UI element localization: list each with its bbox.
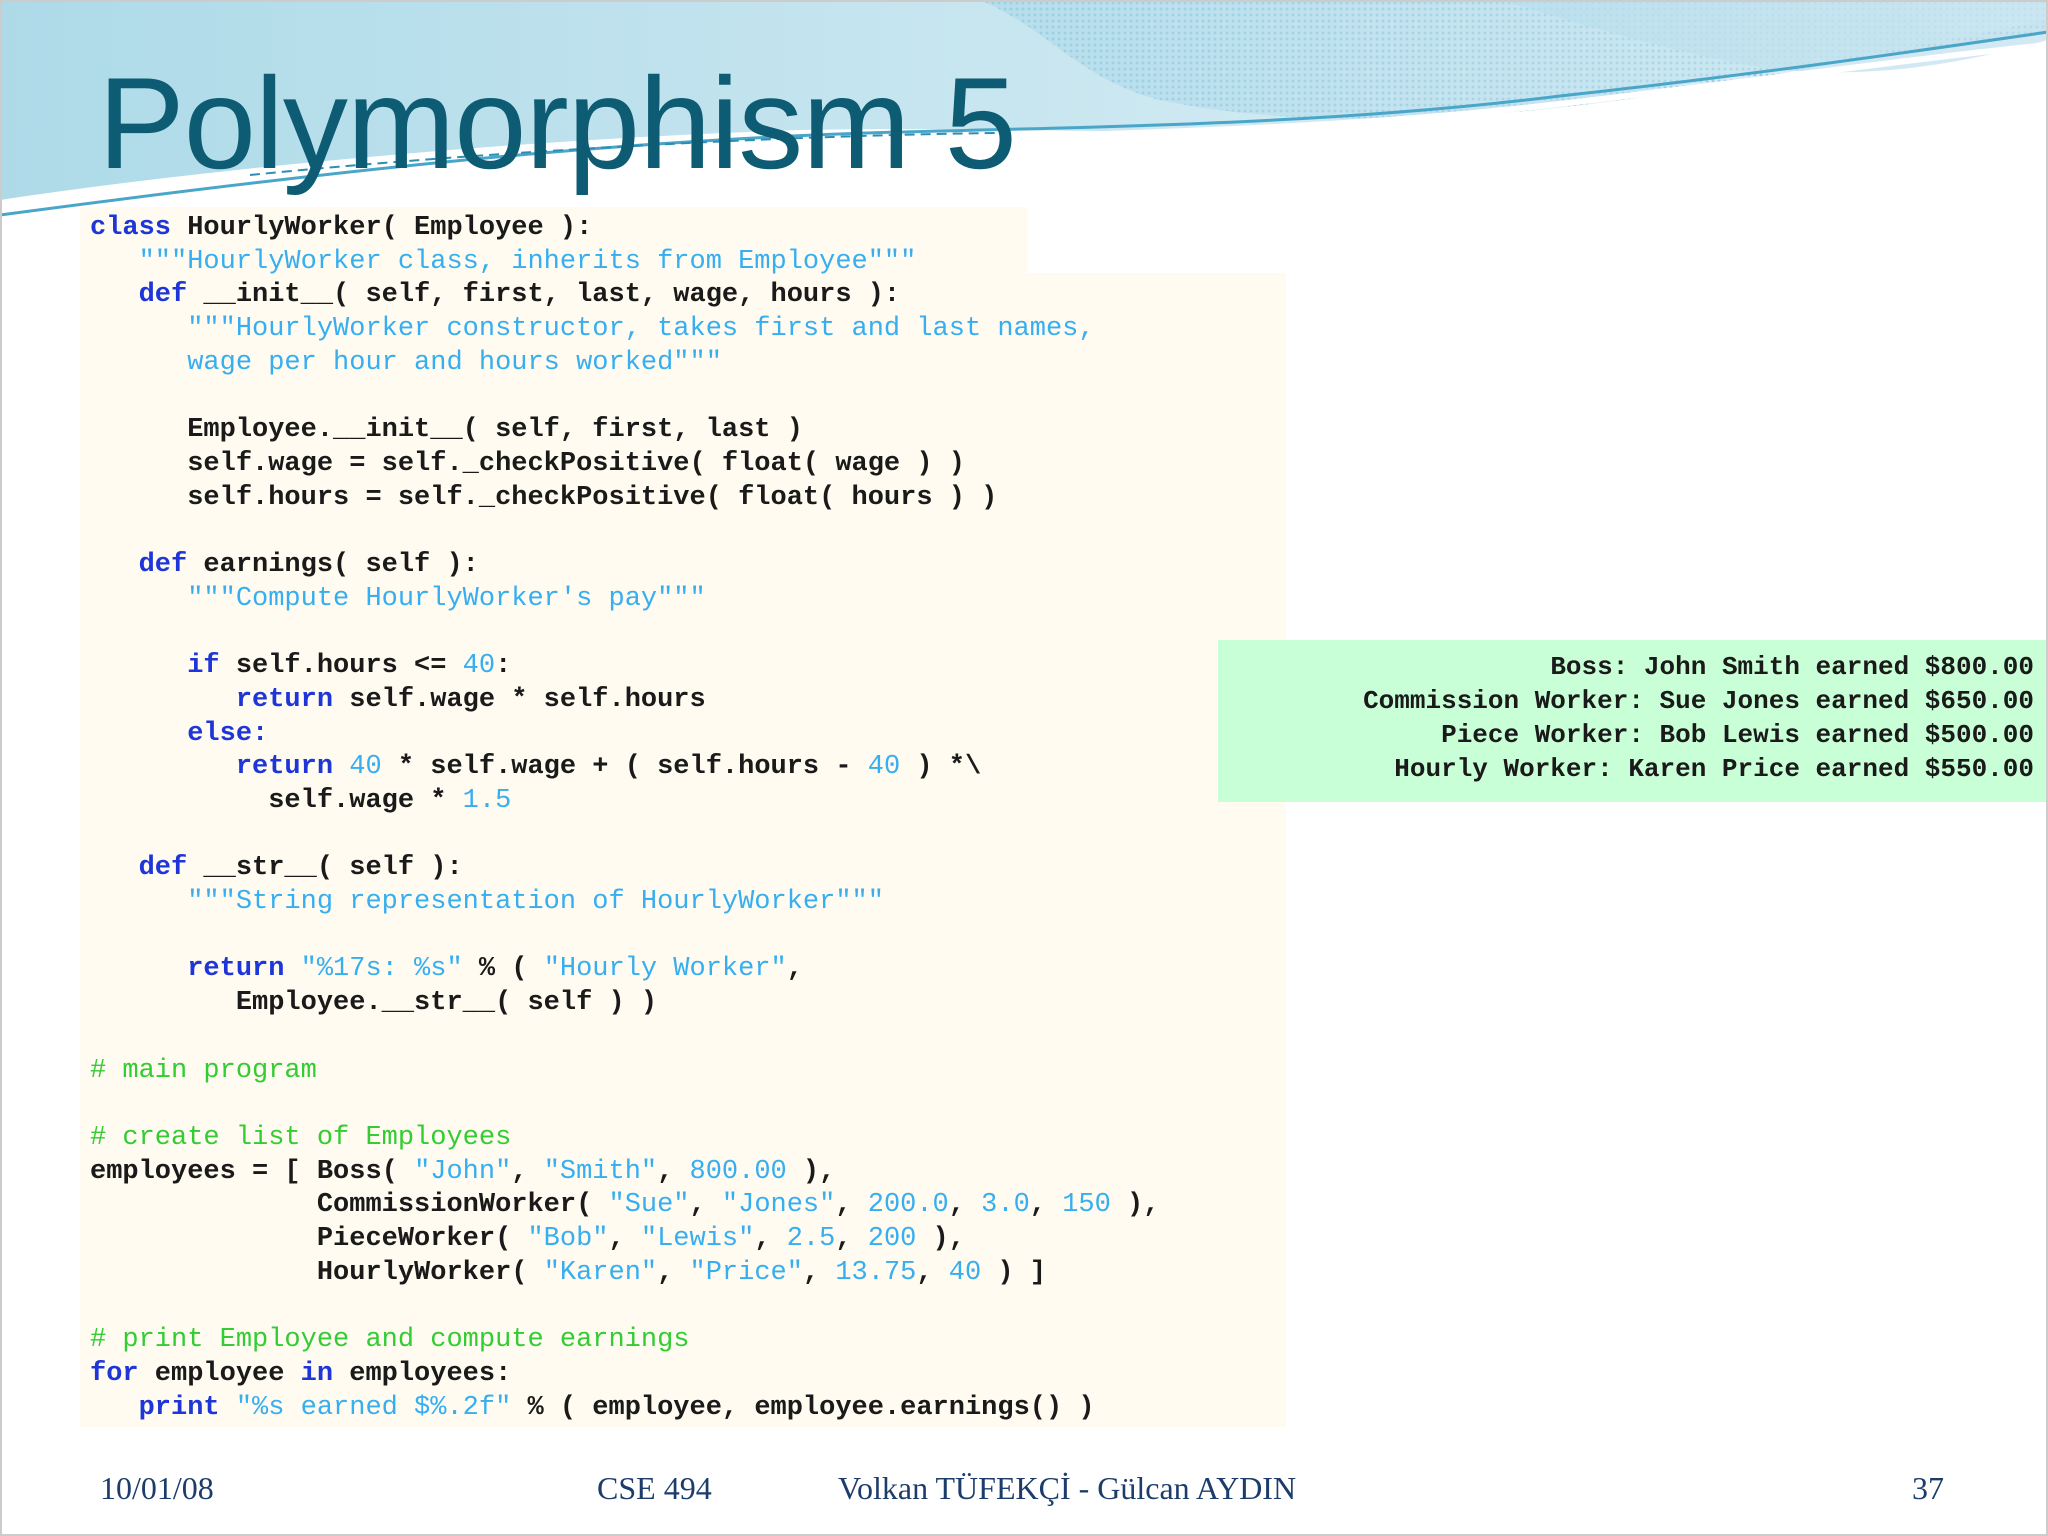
code-string: "%s earned $%.2f" <box>235 1392 512 1423</box>
code-text: ), <box>1110 1190 1160 1221</box>
program-output: Boss: John Smith earned $800.00 Commissi… <box>1363 650 2034 786</box>
code-string: "Price" <box>689 1257 803 1288</box>
code-docstring: """HourlyWorker constructor, takes first… <box>187 314 1095 345</box>
code-keyword: else: <box>187 718 269 749</box>
code-keyword: return <box>187 954 285 985</box>
slide-title: Polymorphism 5 <box>98 50 1017 196</box>
code-text: % ( employee, employee.earnings() ) <box>511 1392 1095 1423</box>
code-text: employees = [ Boss( <box>90 1156 415 1187</box>
program-output-box: Boss: John Smith earned $800.00 Commissi… <box>1218 640 2048 802</box>
code-keyword: def <box>138 280 188 311</box>
code-docstring: """Compute HourlyWorker's pay""" <box>187 583 706 614</box>
code-text: , <box>916 1257 949 1288</box>
output-line-commission: Commission Worker: Sue Jones earned $650… <box>1363 686 2034 716</box>
code-text: , <box>511 1156 544 1187</box>
code-text: , <box>689 1190 722 1221</box>
code-text: ), <box>916 1224 965 1255</box>
footer-page-number: 37 <box>1912 1470 1944 1506</box>
code-keyword: for <box>90 1358 139 1389</box>
code-keyword: if <box>187 651 220 682</box>
code-text: employee <box>138 1358 301 1389</box>
code-string: "Bob" <box>527 1224 609 1255</box>
code-text: , <box>786 954 803 985</box>
output-line-hourly: Hourly Worker: Karen Price earned $550.0… <box>1394 754 2034 784</box>
code-number: 1.5 <box>462 785 512 816</box>
code-text: , <box>802 1257 836 1288</box>
code-text: PieceWorker( <box>316 1224 528 1255</box>
code-text: self.hours = self._checkPositive( float(… <box>187 482 998 513</box>
code-text: , <box>608 1224 641 1255</box>
code-text: * self.wage + ( self.hours - <box>381 752 868 783</box>
code-string: "Hourly Worker" <box>543 954 787 985</box>
code-number: 3.0 <box>981 1190 1030 1221</box>
code-text: % ( <box>462 954 544 985</box>
code-text: HourlyWorker( Employee ): <box>171 213 593 243</box>
footer-authors: Volkan TÜFEKÇİ - Gülcan AYDIN <box>838 1470 1297 1506</box>
footer-date: 10/01/08 <box>100 1470 214 1506</box>
code-text: , <box>948 1190 982 1221</box>
code-string: "Karen" <box>543 1257 658 1288</box>
code-docstring: wage per hour and hours worked""" <box>187 347 722 378</box>
code-number: 40 <box>867 752 901 783</box>
code-text: , <box>657 1156 690 1187</box>
code-number: 40 <box>948 1257 982 1288</box>
code-comment: # create list of Employees <box>90 1122 512 1153</box>
code-docstring: """HourlyWorker class, inherits from Emp… <box>138 246 917 277</box>
code-text: , <box>835 1224 868 1255</box>
code-text: self.wage = self._checkPositive( float( … <box>187 448 965 479</box>
code-text: ) ] <box>981 1257 1046 1288</box>
code-text: employees: <box>333 1358 512 1389</box>
code-text: earnings( self ): <box>187 550 479 581</box>
code-text: CommissionWorker( <box>316 1190 609 1221</box>
code-string: "%17s: %s" <box>300 954 463 985</box>
footer-course: CSE 494 <box>597 1470 712 1506</box>
code-number: 800.00 <box>689 1156 787 1187</box>
code-number: 200.0 <box>867 1190 949 1221</box>
code-text: , <box>657 1257 690 1288</box>
code-number: 200 <box>867 1224 917 1255</box>
code-listing: class HourlyWorker( Employee ): """Hourl… <box>90 212 1159 1425</box>
code-keyword: class <box>90 213 172 243</box>
code-number: 13.75 <box>835 1257 917 1288</box>
code-text: Employee.__str__( self ) ) <box>235 988 658 1019</box>
code-text: , <box>835 1190 868 1221</box>
code-comment: # main program <box>90 1055 317 1086</box>
code-string: "Sue" <box>608 1190 690 1221</box>
code-text: self.wage * self.hours <box>333 684 706 715</box>
code-text: , <box>754 1224 787 1255</box>
code-string: "Smith" <box>543 1156 658 1187</box>
output-line-piece: Piece Worker: Bob Lewis earned $500.00 <box>1441 720 2034 750</box>
code-number: 40 <box>462 651 496 682</box>
code-number: 2.5 <box>786 1224 836 1255</box>
code-text: Employee.__init__( self, first, last ) <box>187 415 803 446</box>
code-text: HourlyWorker( <box>316 1257 544 1288</box>
code-string: "Jones" <box>721 1190 836 1221</box>
code-text: self.hours <= <box>219 651 463 682</box>
code-text: ), <box>786 1156 836 1187</box>
code-text: , <box>1029 1190 1063 1221</box>
code-text: __init__( self, first, last, wage, hours… <box>187 280 901 311</box>
code-keyword: print <box>138 1392 220 1423</box>
code-string: "Lewis" <box>640 1224 755 1255</box>
code-comment: # print Employee and compute earnings <box>90 1325 690 1356</box>
code-keyword: def <box>138 550 188 581</box>
code-text: __str__( self ): <box>187 853 463 884</box>
code-number: 150 <box>1062 1190 1111 1221</box>
code-keyword: return <box>235 684 334 715</box>
code-keyword: return <box>235 752 334 783</box>
code-keyword: def <box>138 853 188 884</box>
code-text: self.wage * <box>268 785 463 816</box>
code-number: 40 <box>349 752 382 783</box>
code-text: ) *\ <box>900 752 982 783</box>
code-string: "John" <box>414 1156 512 1187</box>
code-text: : <box>495 651 512 682</box>
output-line-boss: Boss: John Smith earned $800.00 <box>1550 652 2034 682</box>
code-keyword: in <box>300 1358 334 1389</box>
code-docstring: """String representation of HourlyWorker… <box>187 887 884 918</box>
